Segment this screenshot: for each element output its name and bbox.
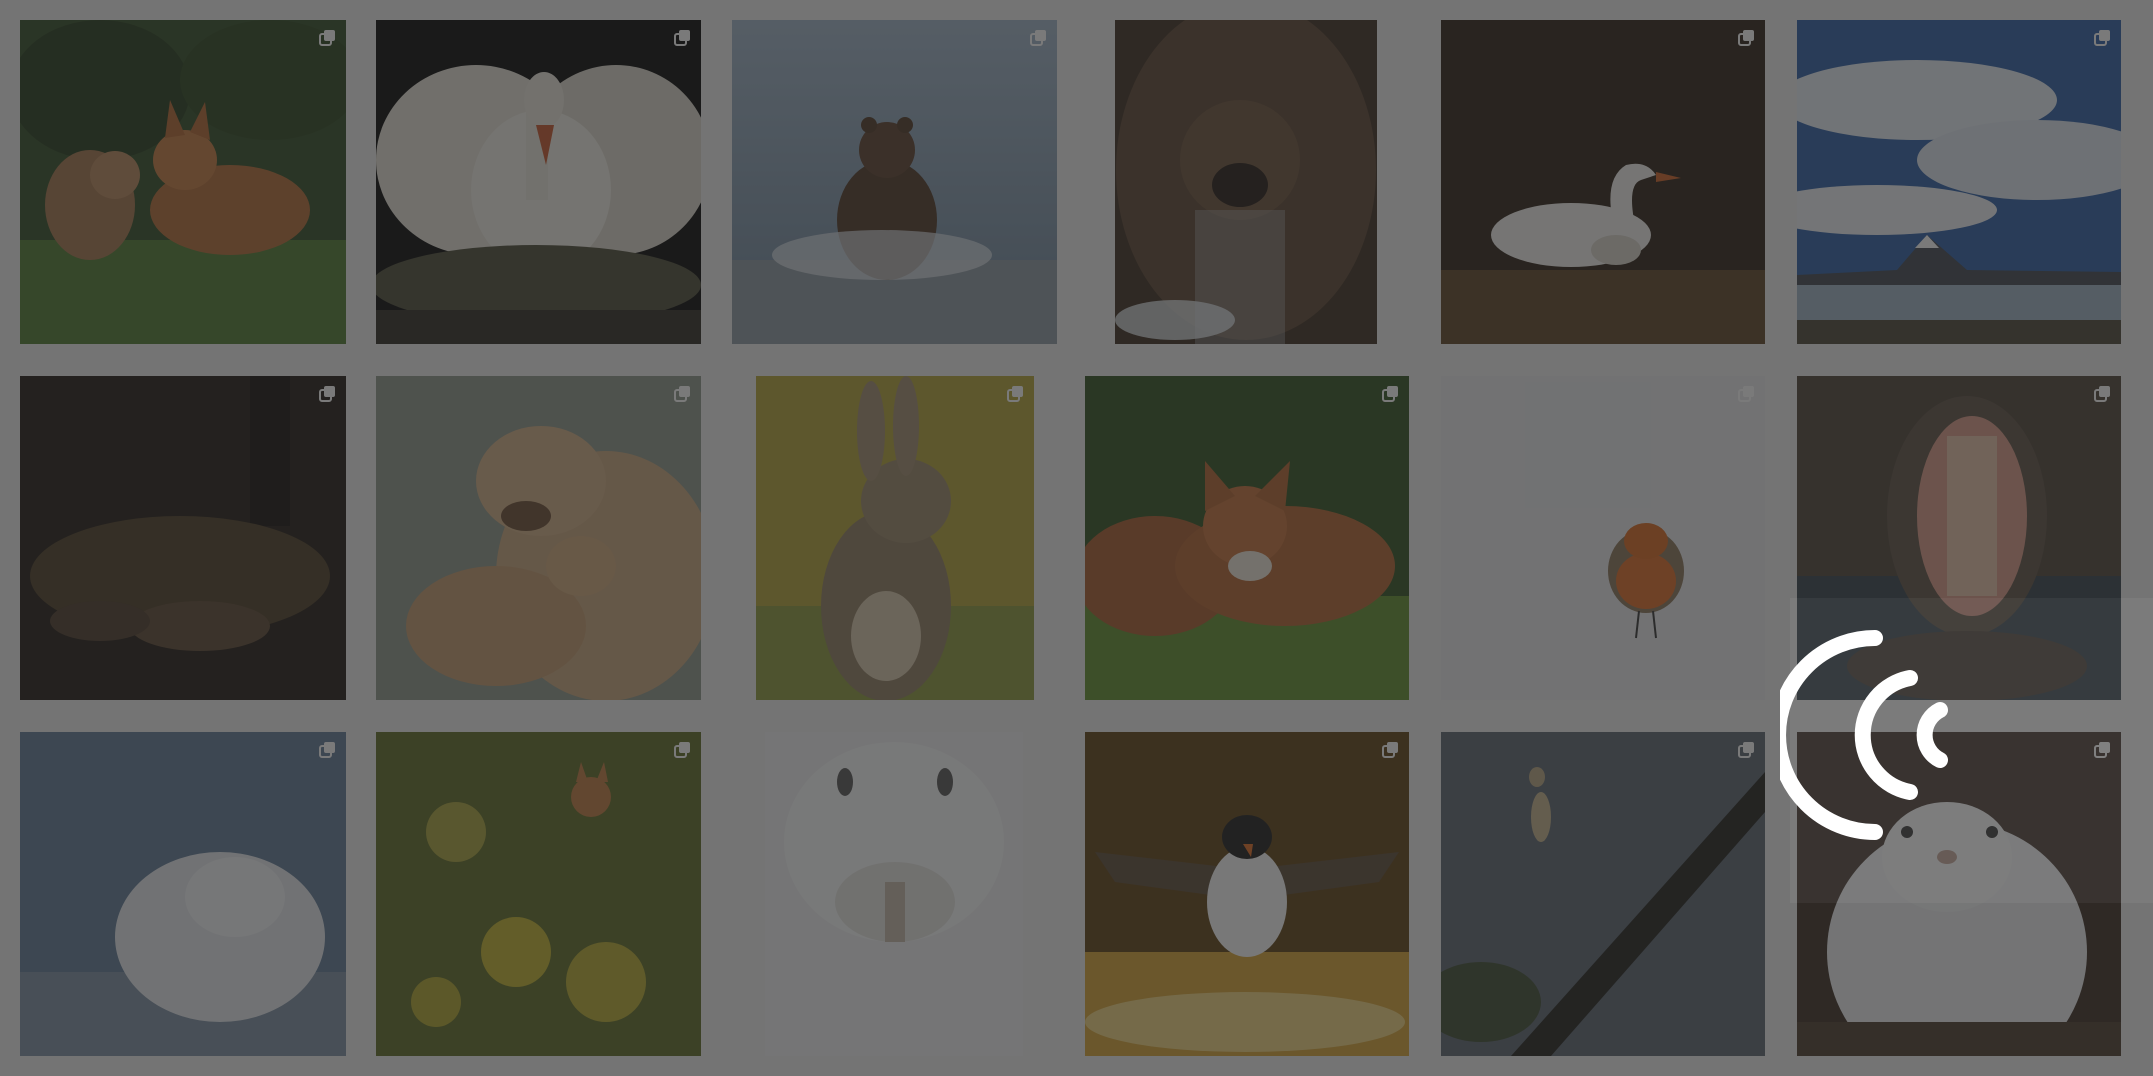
multi-photo-icon — [674, 386, 690, 402]
photo-tile-brown-bear[interactable] — [1115, 20, 1377, 344]
photo-tile-rabbit[interactable] — [756, 376, 1034, 700]
multi-photo-icon — [1738, 30, 1754, 46]
photo-tile-bears-lake-volcano[interactable] — [1797, 20, 2121, 344]
multi-photo-icon — [1738, 386, 1754, 402]
photo-tile-fox-in-grass[interactable] — [1085, 376, 1409, 700]
photo-tile-squirrel-leap[interactable] — [1441, 732, 1765, 1056]
photo-tile-sleeping-cubs-forest[interactable] — [20, 376, 346, 700]
multi-photo-icon — [1738, 742, 1754, 758]
multi-photo-icon — [2094, 30, 2110, 46]
multi-photo-icon — [319, 386, 335, 402]
photo-tile-bear-cub-splash[interactable] — [732, 20, 1057, 344]
signal-waves-icon[interactable] — [1780, 600, 1950, 870]
multi-photo-icon — [674, 742, 690, 758]
photo-tile-mountain-hare[interactable] — [765, 732, 1023, 1056]
photo-tile-swan-cygnet[interactable] — [1441, 20, 1765, 344]
multi-photo-icon — [1382, 742, 1398, 758]
photo-grid — [0, 0, 2153, 1076]
photo-tile-swan-nest[interactable] — [376, 20, 701, 344]
photo-tile-robin[interactable] — [1441, 376, 1765, 700]
photo-tile-arctic-fox-snow[interactable] — [20, 732, 346, 1056]
photo-tile-fox-in-flowers[interactable] — [376, 732, 701, 1056]
multi-photo-icon — [2094, 386, 2110, 402]
multi-photo-icon — [674, 30, 690, 46]
multi-photo-icon — [1030, 30, 1046, 46]
photo-tile-puffin[interactable] — [1085, 732, 1409, 1056]
multi-photo-icon — [319, 742, 335, 758]
photo-tile-lioness-cub[interactable] — [376, 376, 701, 700]
photo-tile-fox-cubs[interactable] — [20, 20, 346, 344]
multi-photo-icon — [319, 30, 335, 46]
multi-photo-icon — [1382, 386, 1398, 402]
multi-photo-icon — [1007, 386, 1023, 402]
